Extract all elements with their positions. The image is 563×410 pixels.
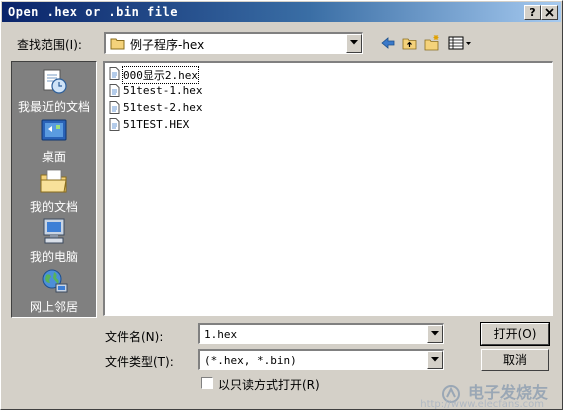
filetype-value: (*.hex, *.bin) <box>204 354 297 367</box>
view-menu-button[interactable] <box>447 34 473 52</box>
chevron-down-icon <box>431 331 439 336</box>
file-name: 51TEST.HEX <box>123 118 190 131</box>
place-my-computer[interactable]: 我的电脑 <box>12 216 96 264</box>
file-icon <box>109 67 120 80</box>
place-label: 网上邻居 <box>29 300 78 314</box>
file-icon <box>109 101 120 114</box>
window-title: Open .hex or .bin file <box>8 5 178 19</box>
close-button[interactable] <box>541 5 558 20</box>
open-file-dialog: Open .hex or .bin file ? 查找范围(I): 例子程序-h… <box>0 0 563 410</box>
place-label: 我的文档 <box>29 200 78 214</box>
file-list[interactable]: 000显示2.hex 51test-1.hex 51test-2.hex 51T… <box>103 61 553 316</box>
readonly-checkbox[interactable] <box>201 377 213 389</box>
filename-label: 文件名(N): <box>105 330 164 344</box>
new-folder-icon <box>424 35 439 51</box>
filename-value: 1.hex <box>204 328 238 341</box>
new-folder-button[interactable] <box>423 34 441 52</box>
lookin-label: 查找范围(I): <box>17 38 82 52</box>
cancel-button[interactable]: 取消 <box>481 349 549 371</box>
help-button[interactable]: ? <box>524 5 541 20</box>
up-folder-button[interactable] <box>401 34 419 52</box>
lookin-value: 例子程序-hex <box>130 38 205 52</box>
filetype-dropdown[interactable]: (*.hex, *.bin) <box>198 349 444 370</box>
file-icon <box>109 84 120 97</box>
file-name: 000显示2.hex <box>122 66 199 84</box>
place-label: 桌面 <box>41 150 66 164</box>
folder-open-icon <box>110 38 125 50</box>
desktop-icon <box>41 119 67 141</box>
chevron-down-icon <box>350 40 358 45</box>
place-desktop[interactable]: 桌面 <box>12 116 96 164</box>
my-documents-icon <box>40 169 67 193</box>
place-label: 我最近的文档 <box>17 100 90 114</box>
chevron-down-icon <box>431 357 439 362</box>
place-recent-documents[interactable]: 我最近的文档 <box>12 66 96 114</box>
view-menu-icon <box>448 36 471 50</box>
file-name: 51test-1.hex <box>123 84 203 97</box>
lookin-dropdown[interactable]: 例子程序-hex <box>104 32 363 54</box>
place-network[interactable]: 网上邻居 <box>12 266 96 314</box>
recent-documents-icon <box>43 69 67 94</box>
filename-dropdown-button[interactable] <box>427 325 443 343</box>
places-bar: 我最近的文档 桌面 我的文档 我的电脑 网上邻居 <box>11 61 97 318</box>
lookin-dropdown-button[interactable] <box>346 34 362 53</box>
back-arrow-icon <box>381 37 395 49</box>
place-label: 我的电脑 <box>29 250 78 264</box>
readonly-label: 以只读方式打开(R) <box>218 378 320 392</box>
watermark-url: http://www.elecfans.com <box>420 399 544 410</box>
my-computer-icon <box>43 218 65 244</box>
back-button[interactable] <box>379 34 397 52</box>
filetype-label: 文件类型(T): <box>105 355 174 369</box>
network-places-icon <box>42 269 68 293</box>
filetype-dropdown-button[interactable] <box>427 351 443 369</box>
title-bar[interactable]: Open .hex or .bin file ? <box>2 2 561 22</box>
up-folder-icon <box>402 38 417 50</box>
file-name: 51test-2.hex <box>123 101 203 114</box>
open-button[interactable]: 打开(O) <box>480 322 550 346</box>
filename-input[interactable]: 1.hex <box>198 323 444 344</box>
place-my-documents[interactable]: 我的文档 <box>12 166 96 214</box>
file-icon <box>109 118 120 131</box>
close-icon <box>545 8 554 17</box>
